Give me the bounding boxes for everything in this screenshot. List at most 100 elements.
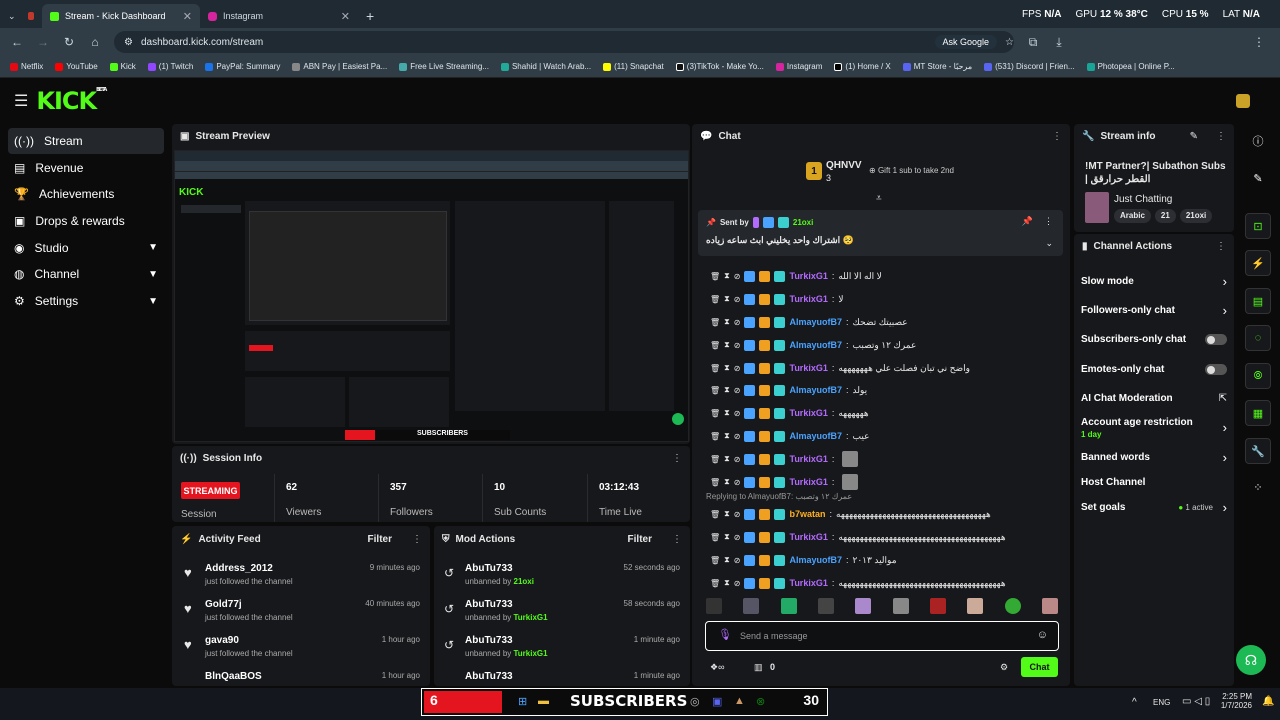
sidebar-item-channel[interactable]: ◍ Channel ▼ [8, 261, 164, 287]
menu-icon[interactable]: ⋮ [1252, 35, 1266, 49]
chat-input[interactable]: 🎙 Send a message ☺ [705, 621, 1059, 651]
trash-icon[interactable]: 🗑 [710, 409, 720, 418]
chat-username[interactable]: AlmayuofB7 [789, 555, 842, 565]
emote-icon[interactable] [855, 598, 872, 614]
tag[interactable]: 21 [1154, 209, 1176, 223]
gift-sub-cta[interactable]: ⊕ Gift 1 sub to take 2nd [869, 166, 954, 175]
timeout-icon[interactable]: ⧗ [724, 271, 730, 281]
folder-icon[interactable]: ▬ [538, 695, 549, 707]
broadcast-icon[interactable]: ⦾ [1245, 363, 1271, 389]
language-indicator[interactable]: ENG [1153, 698, 1170, 707]
chat-username[interactable]: TurkixG1 [789, 363, 827, 373]
download-icon[interactable]: ⤓ [1052, 35, 1066, 50]
timeout-icon[interactable]: ⧗ [724, 454, 730, 464]
emotes-only-toggle[interactable] [1205, 364, 1227, 375]
sidebar-item-studio[interactable]: ◉ Studio ▼ [8, 235, 164, 261]
banned-words-item[interactable]: Banned words › [1081, 450, 1227, 465]
trash-icon[interactable]: 🗑 [710, 579, 720, 588]
trash-icon[interactable]: 🗑 [710, 432, 720, 441]
trash-icon[interactable]: 🗑 [710, 318, 720, 327]
more-options-icon[interactable]: ⋮ [672, 534, 682, 545]
emoji-icon[interactable]: ☺ [1037, 629, 1048, 641]
hamburger-menu-icon[interactable]: ☰ [14, 91, 28, 111]
filter-button[interactable]: Filter [368, 534, 392, 545]
ban-icon[interactable]: ⊘ [734, 364, 741, 373]
more-options-icon[interactable]: ⋮ [1216, 131, 1226, 142]
chat-message[interactable]: 🗑 ⧗ ⊘ TurkixG1: هههههههههههههههههههههههههههه… [710, 527, 1060, 547]
emote-icon[interactable] [743, 598, 760, 614]
chat-message[interactable]: 🗑 ⧗ ⊘ AlmayuofB7: مواليد ٢٠١٣ [710, 550, 1060, 570]
chat-message[interactable]: 🗑 ⧗ ⊘ TurkixG1: [710, 472, 1060, 492]
subscribers-only-toggle[interactable] [1205, 334, 1227, 345]
timeout-icon[interactable]: ⧗ [724, 294, 730, 304]
network-icon[interactable]: ▭ ◁ ▯ [1182, 696, 1210, 707]
account-age-item[interactable]: Account age restriction 1 day › [1081, 417, 1227, 439]
ban-icon[interactable]: ⊘ [734, 386, 741, 395]
profile-avatar[interactable] [1236, 94, 1250, 108]
more-options-icon[interactable]: ⋮ [672, 453, 682, 464]
reload-icon[interactable]: ↻ [62, 35, 76, 49]
sidebar-item-drops[interactable]: ▣ Drops & rewards [8, 208, 164, 234]
emote-icon[interactable] [967, 598, 984, 614]
tab-instagram[interactable]: Instagram ✕ [200, 4, 358, 28]
ban-icon[interactable]: ⊘ [734, 295, 741, 304]
app-icon[interactable]: ▣ [712, 695, 722, 708]
timeout-icon[interactable]: ⧗ [724, 431, 730, 441]
ban-icon[interactable]: ⊘ [734, 478, 741, 487]
chat-username[interactable]: AlmayuofB7 [789, 385, 842, 395]
ban-icon[interactable]: ⊘ [734, 318, 741, 327]
tab-list-button[interactable]: ⌄ [0, 4, 20, 28]
ban-icon[interactable]: ⊘ [734, 341, 741, 350]
timeout-icon[interactable]: ⧗ [724, 340, 730, 350]
ai-chat-moderation-item[interactable]: AI Chat Moderation ⇱ [1081, 393, 1227, 404]
edit-icon[interactable]: ✎ [1190, 131, 1198, 142]
new-tab-button[interactable]: + [358, 4, 382, 28]
edit-icon[interactable]: ✎ [1245, 165, 1271, 191]
sidebar-item-achievements[interactable]: 🏆 Achievements [8, 181, 164, 207]
gift-box-icon[interactable]: ▥ [754, 662, 763, 673]
sidebar-item-revenue[interactable]: ▤ Revenue [8, 155, 164, 181]
chevron-down-icon[interactable]: ⌄ [1045, 238, 1053, 249]
more-options-icon[interactable]: ⋮ [412, 534, 422, 545]
ban-icon[interactable]: ⊘ [734, 272, 741, 281]
chat-message[interactable]: 🗑 ⧗ ⊘ AlmayuofB7: عيب [710, 426, 1060, 446]
mic-icon[interactable]: 🎙 [718, 628, 732, 641]
filter-button[interactable]: Filter [628, 534, 652, 545]
ban-icon[interactable]: ⊘ [734, 455, 741, 464]
bookmark-item[interactable]: (1) Home / X [834, 62, 891, 71]
chat-username[interactable]: TurkixG1 [789, 294, 827, 304]
timeout-icon[interactable]: ⧗ [724, 555, 730, 565]
trash-icon[interactable]: 🗑 [710, 341, 720, 350]
timeout-icon[interactable]: ⧗ [724, 317, 730, 327]
document-icon[interactable]: ▤ [1245, 288, 1271, 314]
followers-only-item[interactable]: Followers-only chat › [1081, 303, 1227, 318]
trash-icon[interactable]: 🗑 [710, 478, 720, 487]
bookmark-item[interactable]: Photopea | Online P... [1086, 62, 1175, 71]
xbox-icon[interactable]: ⊗ [756, 695, 765, 708]
emote-icon[interactable] [892, 598, 909, 614]
bookmark-item[interactable]: (11) Snapchat [603, 62, 664, 71]
emote-icon[interactable] [817, 598, 834, 614]
trash-icon[interactable]: 🗑 [710, 510, 720, 519]
trash-icon[interactable]: 🗑 [710, 272, 720, 281]
chat-settings-icon[interactable]: ⚙ [1000, 662, 1008, 673]
timeout-icon[interactable]: ⧗ [724, 532, 730, 542]
support-button[interactable]: ☊ [1236, 645, 1266, 675]
chat-message[interactable]: 🗑 ⧗ ⊘ AlmayuofB7: عمرك ١٢ وتصبب [710, 335, 1060, 355]
stream-preview-video[interactable]: KICK SUBSCRIBERS [174, 150, 689, 442]
bookmark-item[interactable]: (3)TikTok - Make Yo... [675, 62, 764, 71]
trash-icon[interactable]: 🗑 [710, 556, 720, 565]
chat-username[interactable]: TurkixG1 [789, 408, 827, 418]
sidebar-item-stream[interactable]: ((·)) Stream [8, 128, 164, 154]
site-info-icon[interactable]: ⚙ [124, 37, 133, 48]
ask-google-button[interactable]: Ask Google [934, 35, 998, 49]
emote-icon[interactable] [1041, 598, 1058, 614]
scan-icon[interactable]: ⊡ [1245, 213, 1271, 239]
app-icon[interactable]: ◎ [690, 695, 700, 708]
notifications-icon[interactable]: 🔔 [1262, 696, 1274, 707]
sidebar-item-settings[interactable]: ⚙ Settings ▼ [8, 288, 164, 314]
chat-username[interactable]: AlmayuofB7 [789, 317, 842, 327]
pinned-tab[interactable] [20, 4, 42, 28]
bookmark-item[interactable]: YouTube [55, 62, 98, 71]
timeout-icon[interactable]: ⧗ [724, 385, 730, 395]
